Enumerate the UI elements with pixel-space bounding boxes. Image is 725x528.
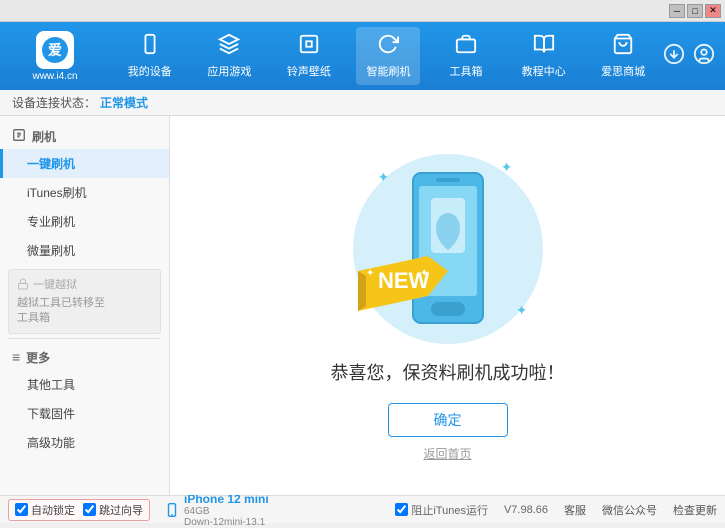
device-storage: 64GB (184, 506, 269, 517)
svg-text:✦: ✦ (420, 268, 428, 279)
skip-wizard-input[interactable] (83, 503, 96, 516)
more-section-label: 更多 (26, 349, 50, 366)
more-section-icon: ≡ (12, 349, 20, 365)
bottom-right: 阻止iTunes运行 V7.98.66 客服 微信公众号 检查更新 (395, 502, 717, 518)
sidebar-item-other-tools[interactable]: 其他工具 (0, 370, 169, 399)
bottom-left: 自动锁定 跳过向导 iPhone 12 mini 64GB Down-12min… (8, 492, 269, 528)
itunes-flash-label: iTunes刷机 (27, 186, 87, 200)
sidebar-section-flash: 刷机 (0, 122, 169, 149)
title-bar: ─ □ ✕ (0, 0, 725, 22)
my-device-icon (139, 33, 161, 61)
jailbreak-label: 一键越狱 (33, 276, 77, 292)
content-area: ✦ ✦ ✦ (170, 116, 725, 495)
nav-toolbox[interactable]: 工具箱 (436, 27, 496, 85)
advanced-label: 高级功能 (27, 436, 75, 450)
sparkle-1: ✦ (378, 169, 390, 186)
main-layout: 刷机 一键刷机 iTunes刷机 专业刷机 微量刷机 一键越狱 越狱工具已转移至… (0, 116, 725, 495)
back-to-home-link[interactable]: 返回首页 (423, 445, 471, 462)
success-text: 恭喜您，保资料刷机成功啦！ (331, 359, 565, 385)
phone-illustration: ✦ ✦ ✦ (348, 149, 548, 349)
one-click-flash-label: 一键刷机 (27, 157, 75, 171)
device-firmware: Down-12mini-13.1 (184, 517, 269, 528)
sidebar-divider (8, 338, 161, 339)
customer-service-link[interactable]: 客服 (564, 502, 586, 518)
micro-flash-label: 微量刷机 (27, 244, 75, 258)
sidebar-item-itunes-flash[interactable]: iTunes刷机 (0, 178, 169, 207)
nav-apps-label: 应用游戏 (207, 63, 251, 79)
svg-text:爱: 爱 (48, 42, 62, 58)
logo-icon: 爱 (36, 31, 74, 69)
nav-wei-store-label: 爱思商城 (601, 63, 645, 79)
nav-my-device[interactable]: 我的设备 (118, 27, 182, 85)
download-firmware-label: 下载固件 (27, 407, 75, 421)
status-label: 设备连接状态： (12, 94, 96, 111)
new-badge: NEW ✦ ✦ (358, 256, 448, 329)
smart-flash-icon (377, 33, 399, 61)
wechat-link[interactable]: 微信公众号 (602, 502, 657, 518)
nav-ringtone[interactable]: 铃声壁纸 (277, 27, 341, 85)
nav-smart-flash[interactable]: 智能刷机 (356, 27, 420, 85)
wei-store-icon (612, 33, 634, 61)
sidebar-item-micro-flash[interactable]: 微量刷机 (0, 236, 169, 265)
auto-close-input[interactable] (15, 503, 28, 516)
nav-my-device-label: 我的设备 (128, 63, 172, 79)
apps-icon (218, 33, 240, 61)
flash-section-icon (12, 128, 26, 145)
tutorial-icon (533, 33, 555, 61)
flash-section-label: 刷机 (32, 128, 56, 145)
sidebar-item-advanced[interactable]: 高级功能 (0, 428, 169, 457)
nav-toolbox-label: 工具箱 (450, 63, 483, 79)
nav-tutorial[interactable]: 教程中心 (512, 27, 576, 85)
other-tools-label: 其他工具 (27, 378, 75, 392)
itunes-status[interactable]: 阻止iTunes运行 (395, 502, 488, 518)
device-info: iPhone 12 mini 64GB Down-12mini-13.1 (166, 492, 269, 528)
sparkle-3: ✦ (516, 302, 528, 319)
logo-url: www.i4.cn (32, 71, 77, 82)
sidebar-item-download-firmware[interactable]: 下载固件 (0, 399, 169, 428)
jailbreak-note: 越狱工具已转移至工具箱 (17, 296, 152, 327)
status-value: 正常模式 (100, 94, 148, 111)
bottom-bar: 自动锁定 跳过向导 iPhone 12 mini 64GB Down-12min… (0, 495, 725, 523)
svg-text:✦: ✦ (366, 268, 374, 279)
header-right (663, 43, 715, 70)
auto-close-checkbox[interactable]: 自动锁定 (15, 502, 75, 518)
toolbox-icon (455, 33, 477, 61)
user-button[interactable] (693, 43, 715, 70)
logo[interactable]: 爱 www.i4.cn (10, 31, 100, 82)
ringtone-icon (298, 33, 320, 61)
device-details: iPhone 12 mini 64GB Down-12mini-13.1 (184, 492, 269, 528)
maximize-button[interactable]: □ (687, 4, 703, 18)
sparkle-2: ✦ (501, 159, 513, 176)
skip-wizard-label: 跳过向导 (99, 502, 143, 518)
nav-wei-store[interactable]: 爱思商城 (591, 27, 655, 85)
pro-flash-label: 专业刷机 (27, 215, 75, 229)
status-bar: 设备连接状态： 正常模式 (0, 90, 725, 116)
check-update-link[interactable]: 检查更新 (673, 502, 717, 518)
header: 爱 www.i4.cn 我的设备 应用游戏 (0, 22, 725, 90)
sidebar: 刷机 一键刷机 iTunes刷机 专业刷机 微量刷机 一键越狱 越狱工具已转移至… (0, 116, 170, 495)
itunes-status-label: 阻止iTunes运行 (411, 502, 488, 518)
auto-close-label: 自动锁定 (31, 502, 75, 518)
sidebar-section-more: ≡ 更多 (0, 343, 169, 370)
window-controls: ─ □ ✕ (669, 4, 721, 18)
download-button[interactable] (663, 43, 685, 70)
jailbreak-section: 一键越狱 越狱工具已转移至工具箱 (8, 269, 161, 334)
jailbreak-header: 一键越狱 (17, 276, 152, 292)
nav-ringtone-label: 铃声壁纸 (287, 63, 331, 79)
nav-smart-flash-label: 智能刷机 (366, 63, 410, 79)
confirm-button[interactable]: 确定 (388, 403, 508, 437)
skip-wizard-checkbox[interactable]: 跳过向导 (83, 502, 143, 518)
nav-apps-games[interactable]: 应用游戏 (197, 27, 261, 85)
itunes-checkbox[interactable] (395, 503, 408, 516)
version-label: V7.98.66 (504, 504, 548, 516)
minimize-button[interactable]: ─ (669, 4, 685, 18)
sidebar-item-pro-flash[interactable]: 专业刷机 (0, 207, 169, 236)
sidebar-item-one-click-flash[interactable]: 一键刷机 (0, 149, 169, 178)
nav-bar: 我的设备 应用游戏 铃声壁纸 (110, 27, 663, 85)
close-button[interactable]: ✕ (705, 4, 721, 18)
nav-tutorial-label: 教程中心 (522, 63, 566, 79)
